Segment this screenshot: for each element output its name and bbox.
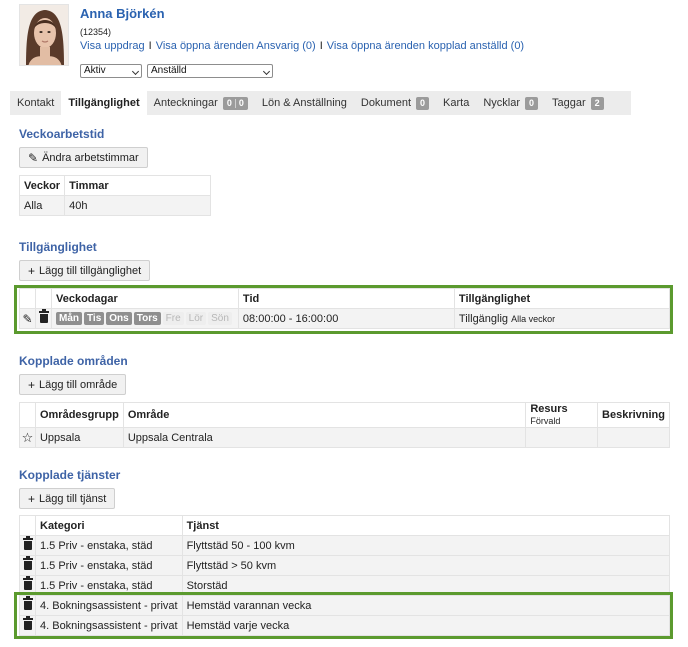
table-header: Kategori Tjänst [19, 515, 671, 536]
table-row: 4. Bokningsassistent - privat Hemstäd va… [19, 615, 671, 636]
tab-bar: Kontakt Tillgänglighet Anteckningar 00 L… [10, 91, 631, 115]
table-row: 1.5 Priv - enstaka, städ Storstäd [19, 575, 671, 596]
plus-icon: + [28, 263, 36, 278]
tab-tillganglighet[interactable]: Tillgänglighet [61, 91, 147, 115]
delete-button[interactable] [19, 535, 36, 556]
edit-hours-button[interactable]: ✎ Ändra arbetstimmar [19, 147, 148, 168]
trash-icon [22, 576, 33, 591]
plus-icon: + [28, 491, 36, 506]
link-separator: I [319, 40, 323, 52]
day-badge-man: Mån [56, 312, 82, 325]
tab-karta[interactable]: Karta [436, 91, 476, 115]
link-separator: I [148, 40, 152, 52]
table-row: 4. Bokningsassistent - privat Hemstäd va… [19, 595, 671, 616]
tab-dokument[interactable]: Dokument 0 [354, 91, 436, 115]
table-row: Alla 40h [18, 195, 211, 216]
status-select-value: Aktiv [84, 65, 106, 76]
status-select[interactable]: Aktiv [80, 64, 142, 78]
table-row: 1.5 Priv - enstaka, städ Flyttstäd 50 - … [19, 535, 671, 556]
day-badge-son: Sön [208, 312, 232, 325]
trash-icon [22, 556, 33, 571]
weekday-cell: Mån Tis Ons Tors Fre Lör Sön [51, 308, 239, 329]
count-badge: 00 [222, 96, 248, 110]
link-oppna-arenden-ansvarig[interactable]: Visa öppna ärenden Ansvarig (0) [156, 40, 316, 52]
delete-button[interactable] [35, 308, 52, 329]
role-select-value: Anställd [151, 65, 187, 76]
tab-lon-anstallning[interactable]: Lön & Anställning [255, 91, 354, 115]
chevron-down-icon [131, 67, 140, 76]
delete-button[interactable] [19, 575, 36, 596]
employee-id: (12354) [80, 27, 112, 37]
day-badge-lor: Lör [185, 312, 207, 325]
add-availability-button[interactable]: + Lägg till tillgänglighet [19, 260, 151, 281]
link-visa-uppdrag[interactable]: Visa uppdrag [80, 40, 145, 52]
table-header: Veckodagar Tid Tillgänglighet [19, 288, 671, 309]
availability-cell: Tillgänglig Alla veckor [453, 308, 671, 329]
tab-kontakt[interactable]: Kontakt [10, 91, 61, 115]
tab-anteckningar[interactable]: Anteckningar 00 [147, 91, 255, 115]
section-title-tillganglighet: Tillgänglighet [19, 240, 97, 254]
table-header: Områdesgrupp Område Resurs Förvald Beskr… [19, 402, 670, 428]
pencil-icon: ✎ [28, 150, 39, 165]
header-links: Visa uppdrag I Visa öppna ärenden Ansvarig… [80, 40, 524, 52]
time-cell: 08:00:00 - 16:00:00 [237, 308, 455, 329]
availability-table: Veckodagar Tid Tillgänglighet ✎ Mån Tis On… [19, 288, 671, 329]
employee-name: Anna Björkén [80, 6, 165, 21]
avatar [19, 4, 69, 66]
chevron-down-icon [262, 67, 271, 76]
section-title-veckoarbetstid: Veckoarbetstid [19, 127, 105, 141]
plus-icon: + [28, 377, 36, 392]
table-row: ☆ Uppsala Uppsala Centrala [19, 427, 670, 448]
areas-table: Områdesgrupp Område Resurs Förvald Beskr… [19, 402, 670, 448]
count-badge: 0 [525, 96, 539, 110]
day-badge-tors: Tors [133, 312, 161, 325]
link-oppna-arenden-kopplad[interactable]: Visa öppna ärenden kopplad anställd (0) [327, 40, 524, 52]
delete-button[interactable] [19, 615, 36, 636]
count-badge: 0 [416, 96, 430, 110]
delete-button[interactable] [19, 595, 36, 616]
tab-taggar[interactable]: Taggar 2 [545, 91, 611, 115]
table-row: ✎ Mån Tis Ons Tors Fre Lör Sön 08:00:00 - 16:0… [19, 308, 671, 329]
star-icon[interactable]: ☆ [19, 427, 36, 448]
services-table: Kategori Tjänst 1.5 Priv - enstaka, städ… [19, 515, 671, 636]
day-badge-ons: Ons [106, 312, 132, 325]
day-badge-fre: Fre [162, 312, 184, 325]
count-badge: 2 [590, 96, 604, 110]
role-select[interactable]: Anställd [147, 64, 273, 78]
pencil-icon[interactable]: ✎ [19, 308, 36, 329]
section-title-tjanster: Kopplade tjänster [19, 468, 121, 482]
section-title-omraden: Kopplade områden [19, 354, 128, 368]
add-area-button[interactable]: + Lägg till område [19, 374, 127, 395]
trash-icon [22, 536, 33, 551]
hours-table: Veckor Timmar Alla 40h [18, 175, 211, 216]
tab-nycklar[interactable]: Nycklar 0 [476, 91, 545, 115]
trash-icon [38, 309, 49, 324]
day-badge-tis: Tis [84, 312, 105, 325]
trash-icon [22, 596, 33, 611]
table-header: Veckor Timmar [18, 175, 211, 196]
delete-button[interactable] [19, 555, 36, 576]
table-row: 1.5 Priv - enstaka, städ Flyttstäd > 50 … [19, 555, 671, 576]
add-service-button[interactable]: + Lägg till tjänst [19, 488, 116, 509]
trash-icon [22, 616, 33, 631]
